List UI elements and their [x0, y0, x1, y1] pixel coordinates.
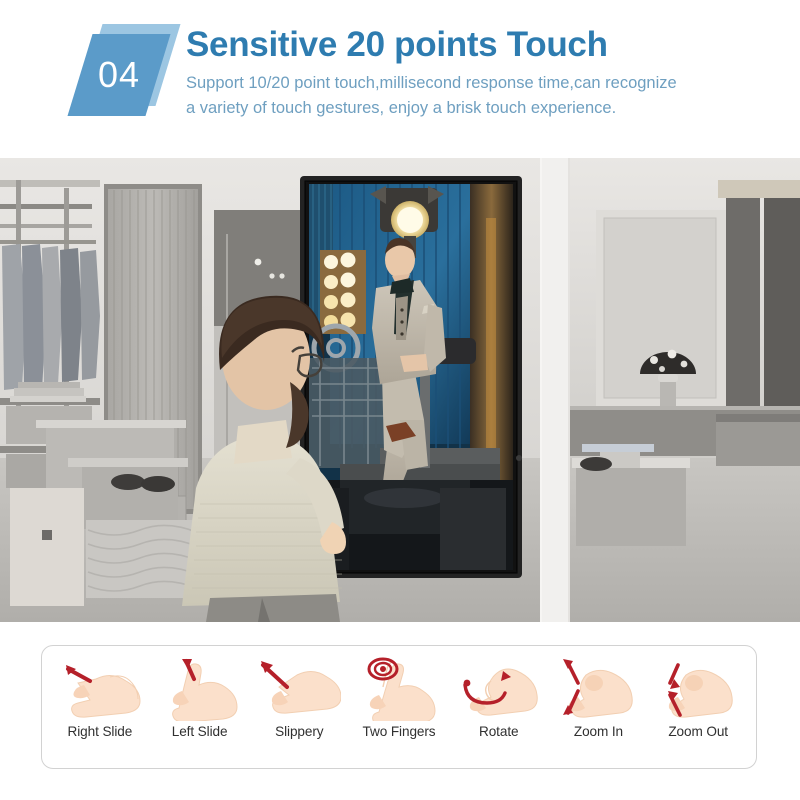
hand-right-slide-icon [50, 650, 150, 724]
badge-number: 04 [97, 54, 141, 95]
gesture-label: Right Slide [67, 724, 133, 739]
gesture-item-two-fingers[interactable]: Two Fingers [349, 650, 449, 768]
gesture-label: Two Fingers [362, 724, 436, 739]
hand-zoom-out-icon [648, 650, 748, 724]
photo-right-store-section [540, 158, 800, 622]
header: 04 Sensitive 20 points Touch Support 10/… [0, 0, 800, 155]
gesture-item-zoom-in[interactable]: Zoom In [549, 650, 649, 768]
photo-illustration [0, 158, 800, 622]
gesture-item-right-slide[interactable]: Right Slide [50, 650, 150, 768]
product-photo [0, 158, 800, 622]
subtitle-line-2: a variety of touch gestures, enjoy a bri… [186, 99, 617, 118]
photo-folded-stack [10, 382, 86, 402]
gesture-label: Slippery [275, 724, 324, 739]
gesture-panel: Right Slide Left Slide Slippery Two Fing… [41, 645, 757, 769]
gesture-label: Zoom Out [668, 724, 728, 739]
hand-zoom-in-icon [549, 650, 649, 724]
subtitle-line-1: Support 10/20 point touch,millisecond re… [186, 73, 677, 92]
gesture-label: Left Slide [171, 724, 228, 739]
gesture-item-left-slide[interactable]: Left Slide [150, 650, 250, 768]
page-title: Sensitive 20 points Touch [186, 25, 608, 64]
hand-two-fingers-icon [349, 650, 449, 724]
page-root: 04 Sensitive 20 points Touch Support 10/… [0, 0, 800, 800]
gesture-item-rotate[interactable]: Rotate [449, 650, 549, 768]
header-text-block: Sensitive 20 points Touch Support 10/20 … [186, 22, 677, 122]
hand-left-slide-icon [150, 650, 250, 724]
hand-slippery-icon [249, 650, 349, 724]
page-subtitle: Support 10/20 point touch,millisecond re… [186, 71, 677, 122]
gesture-item-slippery[interactable]: Slippery [249, 650, 349, 768]
hand-rotate-icon [449, 650, 549, 724]
kiosk-vanity-lights [320, 250, 366, 334]
gesture-label: Rotate [479, 724, 519, 739]
step-badge: 04 [67, 22, 181, 120]
gesture-label: Zoom In [573, 724, 624, 739]
gesture-item-zoom-out[interactable]: Zoom Out [648, 650, 748, 768]
